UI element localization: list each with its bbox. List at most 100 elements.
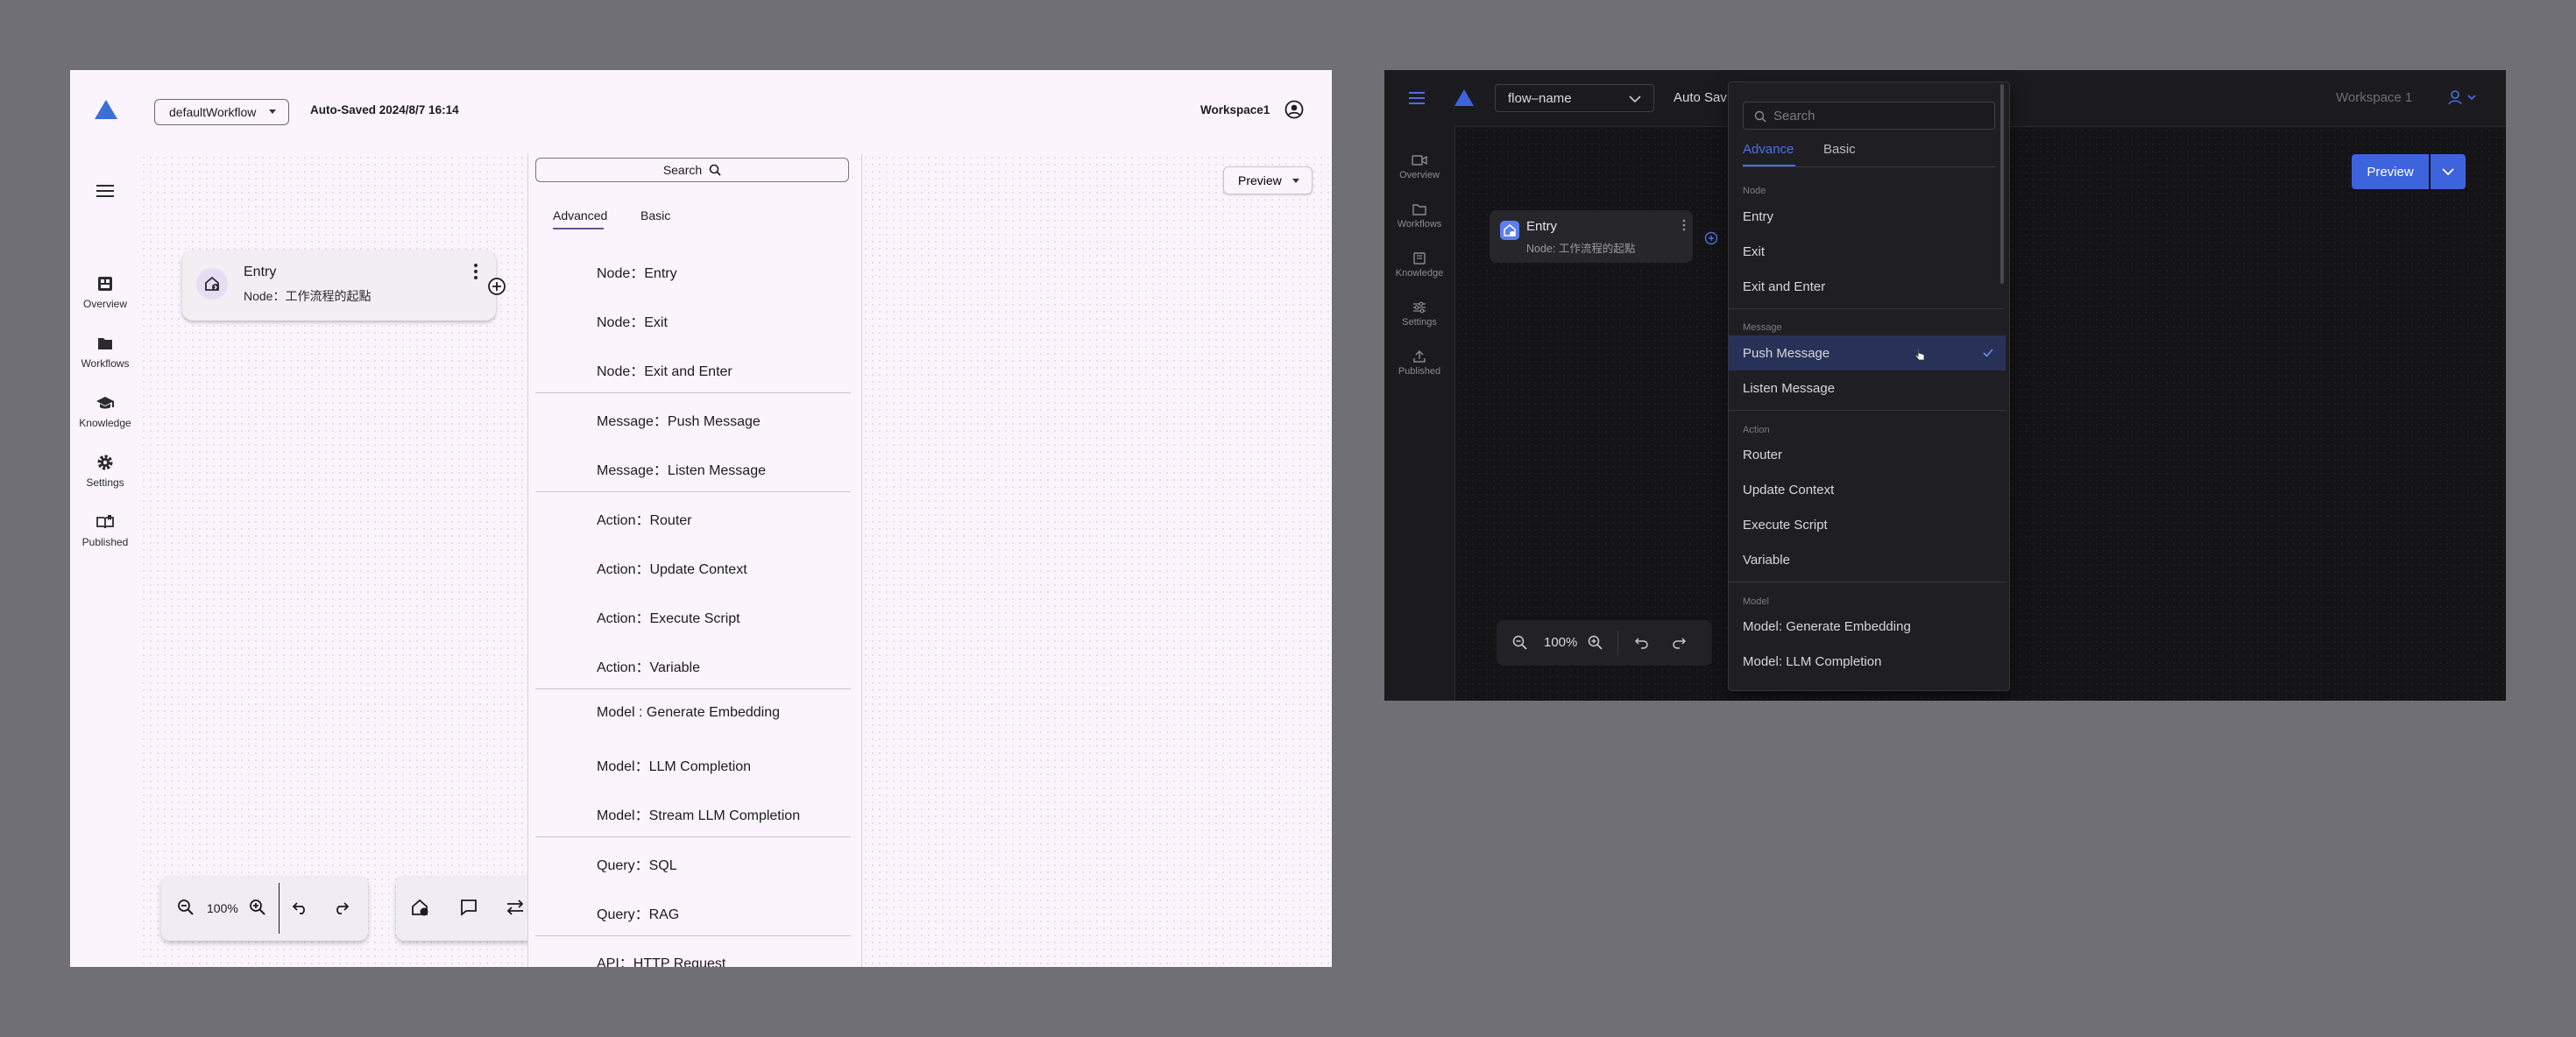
preview-dropdown-button[interactable] <box>2431 154 2466 189</box>
group-title: Message <box>1743 322 1782 333</box>
list-item[interactable]: Node：Exit <box>597 310 668 331</box>
nav-published[interactable]: Published <box>70 513 140 548</box>
nav-settings[interactable]: Settings <box>70 454 140 489</box>
entry-node-icon[interactable] <box>410 898 429 921</box>
nav-label: Published <box>1398 366 1441 377</box>
entry-node[interactable]: Entry Node：工作流程的起點 <box>182 250 496 321</box>
menu-item[interactable]: Listen Message <box>1729 370 2006 406</box>
scrollbar[interactable] <box>2000 84 2004 284</box>
account-icon[interactable] <box>2448 89 2478 111</box>
gear-icon <box>97 455 113 470</box>
workflow-select-value: flow–name <box>1508 90 1572 106</box>
tab-advanced[interactable]: Advanced <box>553 208 607 222</box>
menu-item[interactable]: Exit and Enter <box>1729 269 2006 304</box>
search-label: Search <box>662 163 703 177</box>
nav-label: Workflows <box>81 357 130 370</box>
list-item[interactable]: Action：Execute Script <box>597 606 740 627</box>
preview-button[interactable]: Preview <box>2352 154 2429 189</box>
graduation-cap-icon <box>96 397 114 409</box>
nav-published[interactable]: Published <box>1384 350 1454 377</box>
menu-item[interactable]: Exit <box>1729 234 2006 269</box>
list-item[interactable]: Action：Update Context <box>597 557 747 578</box>
group-title: Action <box>1743 425 1770 435</box>
entry-node-icon <box>196 268 228 300</box>
list-item[interactable]: Action：Variable <box>597 655 700 676</box>
node-panel: Search Advanced Basic Node：Entry Node：Ex… <box>527 154 862 967</box>
swap-icon[interactable] <box>505 898 526 921</box>
add-node-icon[interactable] <box>1704 231 1718 250</box>
zoom-in-icon[interactable] <box>249 899 266 921</box>
zoom-in-icon[interactable] <box>1588 635 1603 655</box>
tab-advance[interactable]: Advance <box>1743 142 1794 157</box>
nav-settings[interactable]: Settings <box>1384 301 1454 328</box>
node-subtitle: Node: 工作流程的起點 <box>1526 243 1636 255</box>
zoom-level: 100% <box>207 901 238 915</box>
menu-item[interactable]: Execute Script <box>1729 507 2006 542</box>
nav-label: Published <box>81 536 129 548</box>
search-icon <box>1754 110 1766 123</box>
autosave-status: Auto-Saved 2024/8/7 16:14 <box>310 103 459 116</box>
menu-item-label: Push Message <box>1743 345 1830 361</box>
zoom-level: 100% <box>1544 635 1578 650</box>
divider <box>535 935 851 936</box>
menu-item[interactable]: Entry <box>1729 199 2006 234</box>
dark-window: flow–name Auto Sav Workspace 1 Overview … <box>1384 70 2506 701</box>
menu-item[interactable]: Update Context <box>1729 472 2006 507</box>
search-button[interactable]: Search <box>535 158 849 182</box>
zoom-toolbar: 100% <box>161 876 368 941</box>
more-vert-icon[interactable] <box>1682 219 1686 236</box>
nav-overview[interactable]: Overview <box>1384 154 1454 180</box>
list-item[interactable]: Node：Entry <box>597 261 677 282</box>
menu-item[interactable]: Model: LLM Completion <box>1729 644 2006 679</box>
list-item[interactable]: Query：RAG <box>597 902 679 923</box>
nav-workflows[interactable]: Workflows <box>70 335 140 370</box>
search-input[interactable]: Search <box>1743 102 1995 130</box>
node-menu-dropdown: Search Advance Basic Node Entry Exit Exi… <box>1728 81 2010 691</box>
menu-icon[interactable] <box>1409 92 1425 109</box>
nav-knowledge[interactable]: Knowledge <box>70 394 140 429</box>
workspace-label[interactable]: Workspace 1 <box>2336 90 2412 105</box>
list-item[interactable]: Query：SQL <box>597 853 677 874</box>
message-icon[interactable] <box>459 898 478 921</box>
nav-workflows[interactable]: Workflows <box>1384 203 1454 229</box>
list-item[interactable]: Message：Push Message <box>597 409 761 430</box>
account-icon[interactable] <box>1284 100 1304 123</box>
nav-overview[interactable]: Overview <box>70 275 140 310</box>
nav-label: Knowledge <box>79 417 131 429</box>
more-vert-icon[interactable] <box>473 263 478 285</box>
chevron-down-icon <box>2442 168 2454 176</box>
entry-node[interactable]: Entry Node: 工作流程的起點 <box>1490 210 1693 263</box>
nav-knowledge[interactable]: Knowledge <box>1384 252 1454 279</box>
menu-icon[interactable] <box>96 184 114 202</box>
divider <box>535 836 851 837</box>
workflow-select[interactable]: flow–name <box>1495 84 1654 112</box>
zoom-out-icon[interactable] <box>1512 635 1528 655</box>
divider <box>535 688 851 689</box>
workspace-label[interactable]: Workspace1 <box>1200 103 1270 116</box>
workflow-select[interactable]: defaultWorkflow <box>154 99 289 125</box>
list-item[interactable]: Model：Stream LLM Completion <box>597 803 800 824</box>
list-item[interactable]: Action：Router <box>597 508 692 529</box>
menu-item[interactable]: Model: Generate Embedding <box>1729 609 2006 644</box>
undo-icon[interactable] <box>1634 636 1649 654</box>
redo-icon[interactable] <box>1672 636 1687 654</box>
menu-item[interactable]: Variable <box>1729 542 2006 577</box>
tab-basic[interactable]: Basic <box>1823 142 1856 157</box>
zoom-out-icon[interactable] <box>177 899 195 921</box>
list-item[interactable]: Message：Listen Message <box>597 458 766 479</box>
preview-button[interactable]: Preview <box>1223 166 1313 194</box>
undo-icon[interactable] <box>292 899 308 920</box>
add-node-icon[interactable] <box>487 277 506 300</box>
list-item[interactable]: Model : Generate Embedding <box>597 705 780 721</box>
tab-basic[interactable]: Basic <box>640 208 670 222</box>
redo-icon[interactable] <box>333 899 350 920</box>
list-item[interactable]: Node：Exit and Enter <box>597 359 732 380</box>
divider <box>535 392 851 393</box>
logo-icon <box>95 100 117 119</box>
caret-down-icon <box>269 109 276 114</box>
list-item[interactable]: API：HTTP Request <box>597 951 725 967</box>
menu-item-selected[interactable]: Push Message <box>1729 335 2006 370</box>
list-item[interactable]: Model：LLM Completion <box>597 754 751 775</box>
sliders-icon <box>1413 301 1426 314</box>
menu-item[interactable]: Router <box>1729 437 2006 472</box>
